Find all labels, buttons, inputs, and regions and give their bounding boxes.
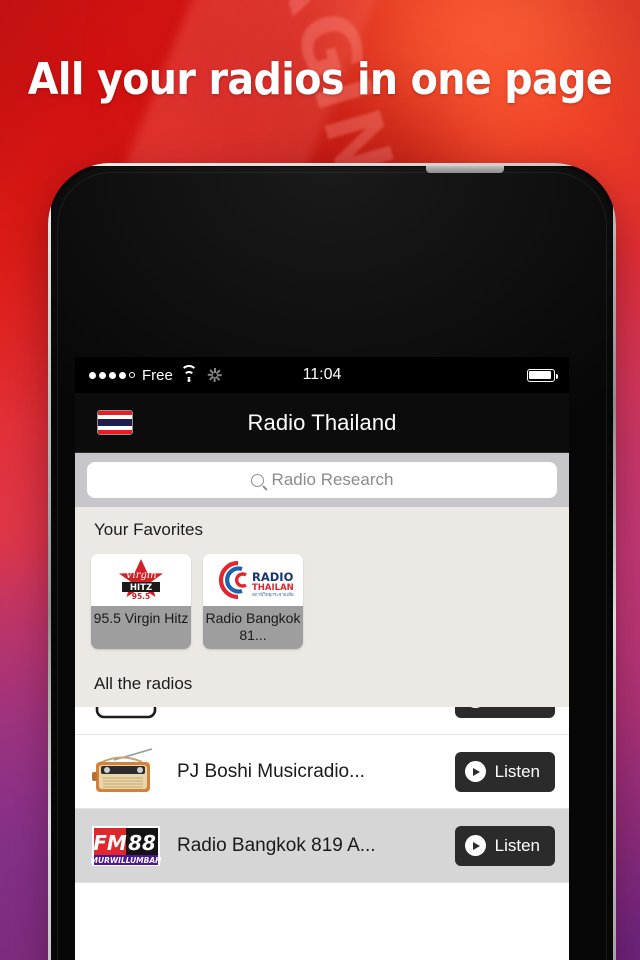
status-bar: Free 11:04	[75, 357, 569, 393]
svg-text:Virgin: Virgin	[125, 570, 156, 581]
svg-text:THAILAND: THAILAND	[252, 583, 294, 593]
listen-button[interactable]: Listen	[454, 751, 555, 792]
battery-icon	[527, 368, 559, 382]
status-bar-clock: 11:04	[302, 366, 342, 383]
listen-button-label: Listen	[494, 761, 540, 781]
phone-screen: Free 11:04 Radio Thailand Radio Research…	[75, 357, 569, 960]
listen-button-label: Listen	[494, 835, 540, 855]
svg-text:95.5: 95.5	[132, 592, 151, 601]
svg-text:MURWILLUMBAH: MURWILLUMBAH	[91, 856, 161, 865]
table-row[interactable]: PJ Boshi Musicradio... Listen	[75, 735, 569, 809]
app-nav-bar: Radio Thailand	[75, 393, 569, 453]
vintage-radio-logo	[89, 746, 163, 798]
favorites-strip: Virgin HITZ 95.5 95.5 Virgin Hitz RADIO …	[75, 554, 569, 661]
app-title: Radio Thailand	[247, 409, 397, 435]
favorite-tile-virgin-hitz[interactable]: Virgin HITZ 95.5 95.5 Virgin Hitz	[91, 554, 191, 649]
power-button[interactable]	[426, 163, 504, 173]
favorite-label: 95.5 Virgin Hitz	[91, 606, 191, 649]
search-input[interactable]: Radio Research	[87, 462, 557, 498]
play-icon	[464, 761, 486, 782]
antenna-band-left	[48, 408, 53, 426]
radio-thailand-logo: RADIO THAILAND สถานีวิทยุกระจายเสียง	[203, 554, 303, 606]
virgin-hitz-logo: Virgin HITZ 95.5	[91, 554, 191, 606]
radio-name: Radio Bangkok 819 A...	[177, 834, 376, 856]
page-title: All your radios in one page	[27, 54, 613, 105]
favorite-label: Radio Bangkok 81...	[203, 606, 303, 649]
play-icon	[464, 835, 486, 856]
poster-background: VIRGIN VIRGIN All your radios in one pag…	[0, 0, 640, 960]
listen-button[interactable]: Listen	[454, 825, 555, 866]
favorite-tile-radio-bangkok[interactable]: RADIO THAILAND สถานีวิทยุกระจายเสียง Rad…	[203, 554, 303, 649]
all-radios-section-header: All the radios	[75, 661, 569, 707]
search-icon	[250, 473, 264, 487]
phone-mockup: Free 11:04 Radio Thailand Radio Research…	[48, 163, 616, 960]
search-placeholder: Radio Research	[271, 470, 394, 489]
radio-name: PJ Boshi Musicradio...	[177, 760, 365, 782]
svg-text:RADIO: RADIO	[252, 570, 294, 584]
svg-text:FM: FM	[93, 831, 127, 855]
favorites-section-header: Your Favorites	[75, 507, 569, 554]
table-row[interactable]: FM 88 MURWILLUMBAH Radio Bangkok 819 A..…	[75, 809, 569, 883]
search-bar-container: Radio Research	[75, 453, 569, 507]
all-radios-section: Pattaya 105 FM Listen	[75, 661, 569, 883]
svg-text:88: 88	[128, 831, 156, 855]
antenna-band-right	[611, 408, 616, 426]
fm88-murwillumbah-logo: FM 88 MURWILLUMBAH	[89, 820, 163, 872]
svg-text:สถานีวิทยุกระจายเสียง: สถานีวิทยุกระจายเสียง	[252, 592, 294, 598]
